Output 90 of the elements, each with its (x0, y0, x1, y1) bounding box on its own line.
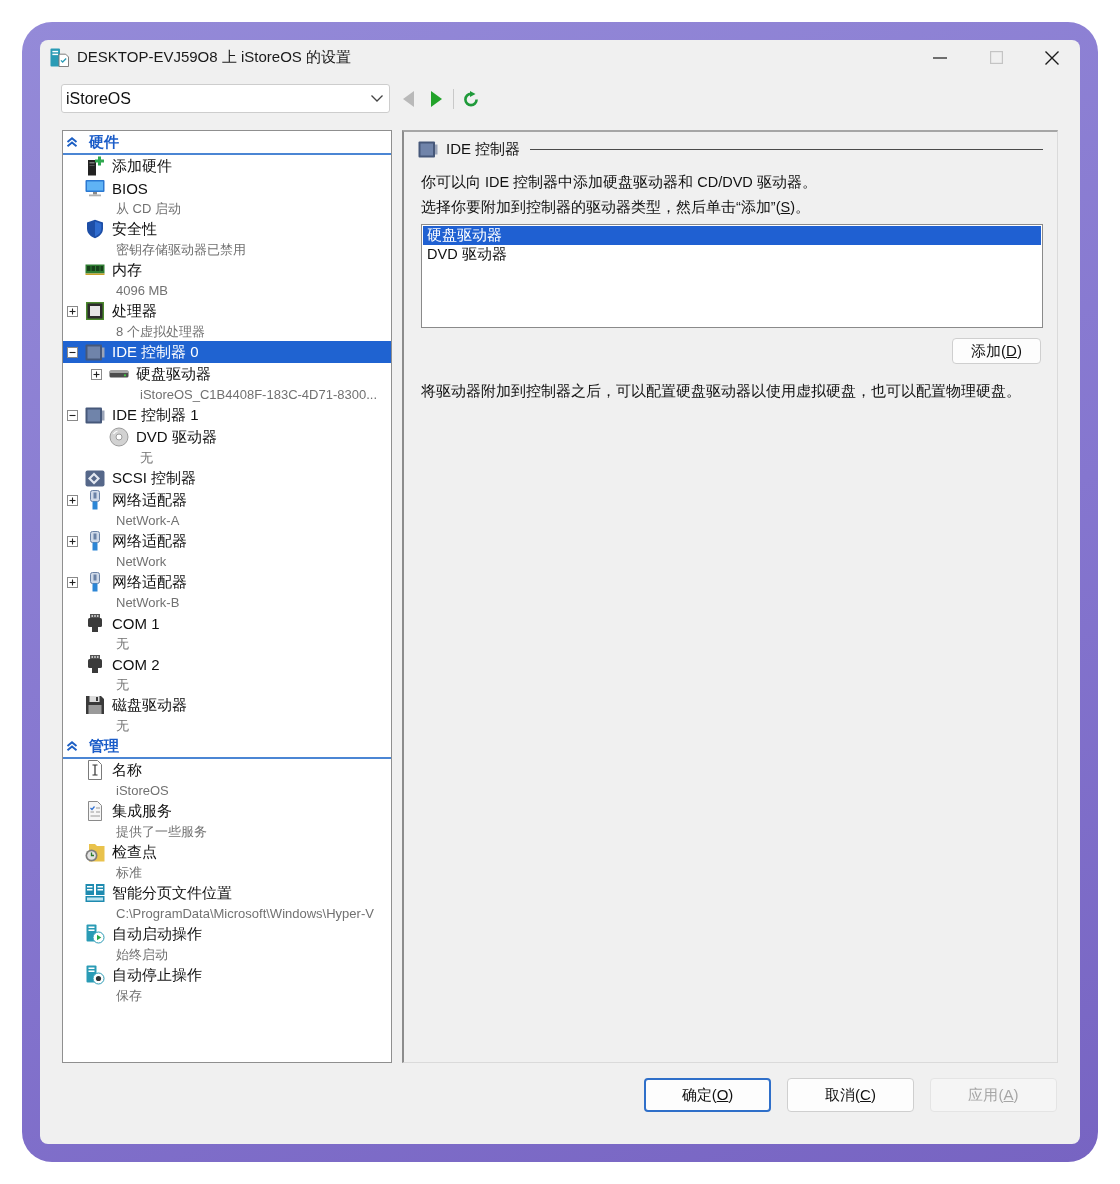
minimize-icon (933, 56, 947, 59)
expansion-card-icon (85, 343, 105, 361)
item-detail: 标准 (116, 863, 142, 882)
item-detail: NetWork-A (116, 513, 180, 528)
item-detail: 从 CD 启动 (116, 199, 181, 218)
item-detail: 无 (116, 675, 129, 694)
item-detail: 无 (116, 716, 129, 735)
tree-item[interactable]: DVD 驱动器 (63, 426, 391, 448)
drive-icon (109, 370, 129, 378)
list-item[interactable]: 硬盘驱动器 (423, 226, 1041, 245)
text-document-icon (85, 760, 105, 780)
expand-toggle[interactable] (91, 368, 102, 380)
checklist-document-icon (85, 801, 105, 821)
tree-item[interactable]: 网络适配器 (63, 489, 391, 511)
monitor-icon (85, 178, 105, 198)
collapse-toggle[interactable] (67, 409, 78, 421)
tree-item[interactable]: 网络适配器 (63, 530, 391, 552)
tree-item[interactable]: 名称 (63, 759, 391, 781)
item-detail: iStoreOS (116, 783, 169, 798)
forward-icon (431, 90, 442, 107)
item-detail: 保存 (116, 986, 142, 1005)
section-header[interactable]: 硬件 (63, 131, 391, 155)
note-text: 将驱动器附加到控制器之后，可以配置硬盘驱动器以使用虚拟硬盘，也可以配置物理硬盘。 (421, 381, 1021, 401)
expand-toggle[interactable] (67, 305, 78, 317)
tree-item[interactable]: COM 1 (63, 612, 391, 634)
block-grid-icon (85, 883, 105, 903)
chip-icon (85, 301, 105, 321)
diamond-card-icon (85, 469, 105, 487)
expand-toggle[interactable] (67, 576, 78, 588)
item-detail: C:\ProgramData\Microsoft\Windows\Hyper-V (116, 906, 374, 921)
back-icon (403, 90, 414, 107)
add-button[interactable]: 添加(D) (952, 338, 1041, 364)
tree-item[interactable]: 自动启动操作 (63, 923, 391, 945)
expand-toggle[interactable] (67, 535, 78, 547)
forward-button[interactable] (431, 90, 442, 107)
tree-item[interactable]: 网络适配器 (63, 571, 391, 593)
expansion-card-icon (85, 406, 105, 424)
tree-item[interactable]: IDE 控制器 1 (63, 404, 391, 426)
tree-item[interactable]: BIOS (63, 177, 391, 199)
section-header[interactable]: 管理 (63, 735, 391, 759)
instruction-text: 你可以向 IDE 控制器中添加硬盘驱动器和 CD/DVD 驱动器。 (421, 173, 817, 192)
connector-icon (85, 613, 105, 633)
item-detail: 无 (140, 448, 153, 467)
chevron-down-icon (371, 95, 383, 102)
tree-item[interactable]: 自动停止操作 (63, 964, 391, 986)
shield-icon (85, 219, 105, 239)
collapse-toggle[interactable] (67, 346, 78, 358)
instruction-text: 选择你要附加到控制器的驱动器类型，然后单击“添加”(S)。 (421, 198, 810, 217)
drive-type-list[interactable]: 硬盘驱动器 DVD 驱动器 (421, 224, 1043, 328)
tree-item[interactable]: SCSI 控制器 (63, 467, 391, 489)
tree-item[interactable]: 集成服务 (63, 800, 391, 822)
group-title: IDE 控制器 (446, 139, 521, 159)
window-title: DESKTOP-EVJ59O8 上 iStoreOS 的设置 (77, 48, 351, 67)
tree-item[interactable]: 磁盘驱动器 (63, 694, 391, 716)
tree-item[interactable]: 硬盘驱动器 (63, 363, 391, 385)
list-item[interactable]: DVD 驱动器 (423, 245, 1041, 264)
expansion-card-icon (418, 140, 438, 158)
connector-icon (85, 654, 105, 674)
server-record-icon (85, 965, 105, 985)
refresh-button[interactable] (463, 90, 479, 107)
vm-select[interactable]: iStoreOS (61, 84, 390, 113)
folder-clock-icon (85, 842, 105, 862)
item-detail: 无 (116, 634, 129, 653)
tree-item[interactable]: 添加硬件 (63, 155, 391, 177)
tree-item[interactable]: 内存 (63, 259, 391, 281)
memory-stick-icon (85, 264, 105, 276)
server-play-icon (85, 924, 105, 944)
maximize-icon (989, 51, 1003, 64)
tree-item[interactable]: IDE 控制器 0 (63, 341, 391, 363)
tree-item[interactable]: 智能分页文件位置 (63, 882, 391, 904)
item-detail: 8 个虚拟处理器 (116, 322, 205, 341)
item-detail: 4096 MB (116, 283, 169, 298)
item-detail: 密钥存储驱动器已禁用 (116, 240, 246, 259)
dialog-button[interactable]: 确定(O) (644, 1078, 771, 1112)
expand-toggle[interactable] (67, 494, 78, 506)
close-icon (1045, 50, 1059, 65)
refresh-icon (463, 90, 479, 107)
item-detail: iStoreOS_C1B4408F-183C-4D71-8300... (140, 387, 378, 402)
disc-icon (109, 427, 129, 447)
server-document-icon (50, 48, 69, 67)
tower-plus-icon (85, 156, 105, 176)
item-detail: NetWork-B (116, 595, 180, 610)
item-detail: 始终启动 (116, 945, 168, 964)
tree-item[interactable]: 检查点 (63, 841, 391, 863)
tree-item[interactable]: 安全性 (63, 218, 391, 240)
dialog-button[interactable]: 取消(C) (787, 1078, 914, 1112)
tree-item[interactable]: 处理器 (63, 300, 391, 322)
item-detail: NetWork (116, 554, 167, 569)
item-detail: 提供了一些服务 (116, 822, 207, 841)
tree-item[interactable]: COM 2 (63, 653, 391, 675)
